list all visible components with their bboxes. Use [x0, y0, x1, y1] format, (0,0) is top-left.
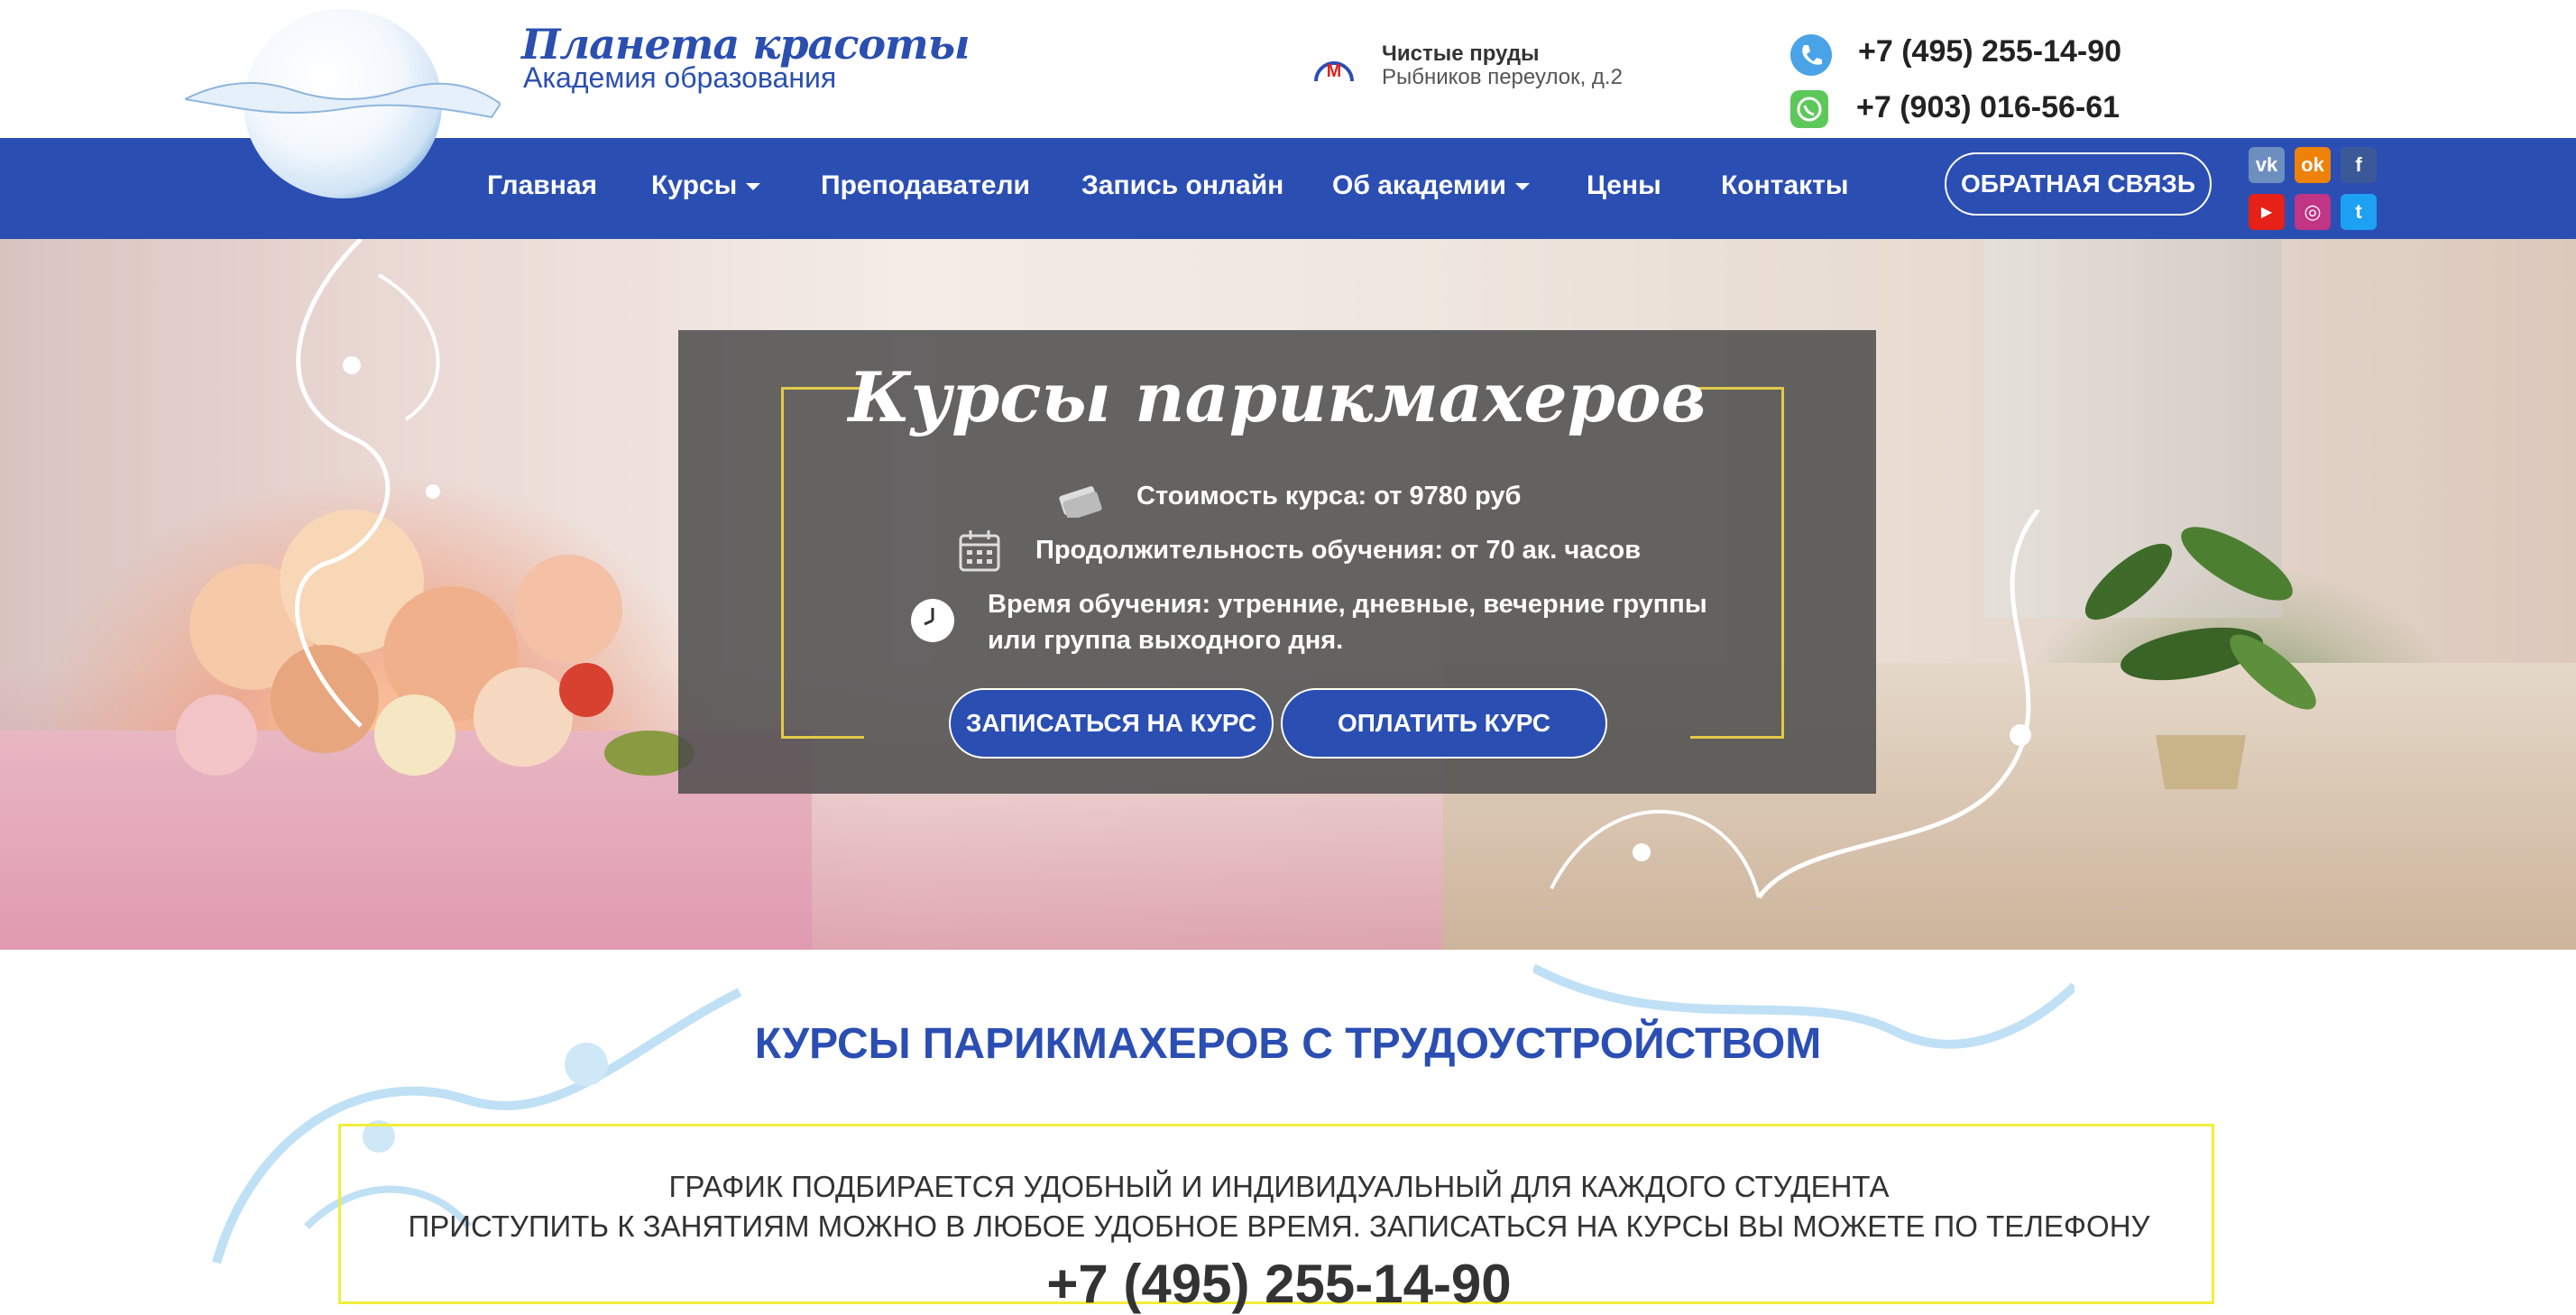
- course-duration: Продолжительность обучения: от 70 ак. ча…: [1035, 536, 1642, 565]
- phone-icon: [1790, 34, 1832, 76]
- odnoklassniki-icon[interactable]: ok: [2295, 147, 2331, 183]
- callback-button[interactable]: ОБРАТНАЯ СВЯЗЬ: [1945, 152, 2212, 216]
- schedule-info-box: ГРАФИК ПОДБИРАЕТСЯ УДОБНЫЙ И ИНДИВИДУАЛЬ…: [338, 1124, 2214, 1314]
- section-title: КУРСЫ ПАРИКМАХЕРОВ С ТРУДОУСТРОЙСТВОМ: [754, 1020, 1822, 1068]
- nav-item-home[interactable]: Главная: [487, 170, 597, 201]
- chevron-down-icon: [1515, 183, 1530, 191]
- site-header: Планета красоты Академия образования М Ч…: [0, 0, 2576, 198]
- nav-item-contacts[interactable]: Контакты: [1721, 170, 1848, 201]
- schedule-info-line1: ГРАФИК ПОДБИРАЕТСЯ УДОБНЫЙ И ИНДИВИДУАЛЬ…: [668, 1170, 1890, 1203]
- decorative-swirl-left: [295, 239, 440, 728]
- enroll-course-button[interactable]: ЗАПИСАТЬСЯ НА КУРС: [949, 688, 1274, 759]
- nav-label: Цены: [1587, 170, 1661, 200]
- money-icon: [1059, 486, 1102, 518]
- logo-ribbon-icon: [185, 82, 501, 119]
- twitter-icon[interactable]: t: [2341, 194, 2377, 230]
- schedule-info-line2: ПРИСТУПИТЬ К ЗАНЯТИЯМ МОЖНО В ЛЮБОЕ УДОБ…: [408, 1209, 2150, 1243]
- nav-item-online-booking[interactable]: Запись онлайн: [1081, 170, 1283, 201]
- clock-icon: [911, 599, 954, 642]
- hero-banner: Курсы парикмахеров Стоимость курса: от 9…: [0, 239, 2576, 950]
- course-info-panel: Курсы парикмахеров Стоимость курса: от 9…: [678, 330, 1876, 794]
- course-schedule-line2: или группа выходного дня.: [988, 626, 1344, 655]
- logo-subtitle[interactable]: Академия образования: [523, 61, 836, 95]
- hero-title: Курсы парикмахеров: [848, 357, 1707, 437]
- chevron-down-icon: [746, 183, 761, 191]
- panel-frame-left: [781, 387, 864, 739]
- nav-item-prices[interactable]: Цены: [1587, 170, 1661, 201]
- nav-item-about[interactable]: Об академии: [1332, 170, 1530, 201]
- course-schedule-line1: Время обучения: утренние, дневные, вечер…: [988, 590, 1707, 619]
- calendar-icon: [959, 530, 1000, 572]
- metro-letter: М: [1327, 61, 1342, 81]
- phone-primary-link[interactable]: +7 (495) 255-14-90: [1858, 34, 2121, 69]
- address-text: Рыбников переулок, д.2: [1382, 65, 1623, 89]
- pay-course-button[interactable]: ОПЛАТИТЬ КУРС: [1281, 688, 1607, 759]
- metro-station: Чистые пруды: [1382, 41, 1540, 66]
- panel-frame-right: [1690, 387, 1784, 739]
- nav-item-teachers[interactable]: Преподаватели: [821, 170, 1030, 201]
- nav-label: Курсы: [651, 170, 738, 200]
- nav-label: Преподаватели: [821, 170, 1030, 200]
- phone-whatsapp-link[interactable]: +7 (903) 016-56-61: [1856, 90, 2120, 125]
- facebook-icon[interactable]: f: [2341, 147, 2377, 183]
- vk-icon[interactable]: vk: [2249, 147, 2285, 183]
- whatsapp-icon: [1790, 90, 1828, 128]
- metro-icon: М: [1314, 61, 1354, 82]
- instagram-icon[interactable]: ◎: [2295, 194, 2331, 230]
- nav-label: Главная: [487, 170, 598, 200]
- nav-item-courses[interactable]: Курсы: [651, 170, 761, 201]
- youtube-icon[interactable]: ▶: [2249, 194, 2285, 230]
- course-price: Стоимость курса: от 9780 руб: [1136, 482, 1522, 510]
- nav-label: Запись онлайн: [1081, 170, 1284, 200]
- nav-label: Контакты: [1721, 170, 1849, 200]
- section-phone-link[interactable]: +7 (495) 255-14-90: [341, 1253, 2217, 1315]
- nav-label: Об академии: [1332, 170, 1506, 200]
